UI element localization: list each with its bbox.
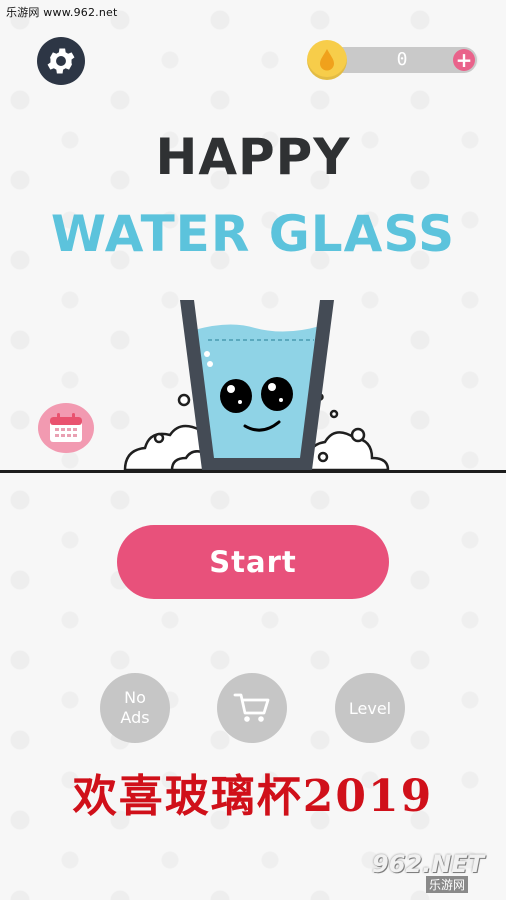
no-ads-label: No Ads xyxy=(120,688,150,727)
gear-icon xyxy=(47,48,75,74)
daily-calendar-button[interactable] xyxy=(38,403,94,453)
promo-title: 欢喜玻璃杯2019 xyxy=(72,771,434,822)
add-coins-button[interactable]: + xyxy=(453,49,475,71)
start-button[interactable]: Start xyxy=(117,525,389,599)
calendar-icon xyxy=(50,413,82,442)
title-line-2: WATER GLASS xyxy=(50,205,456,263)
site-logo: 962.NET 乐游网 xyxy=(366,850,500,894)
level-button[interactable]: Level xyxy=(335,673,405,743)
glass-character xyxy=(123,300,390,472)
water-drop-icon xyxy=(307,40,347,80)
shop-button[interactable] xyxy=(217,673,287,743)
title-line-1: HAPPY xyxy=(155,128,351,186)
ground-line xyxy=(0,470,506,473)
coin-counter: 0 + xyxy=(307,40,477,80)
site-logo-text: 962.NET xyxy=(372,850,485,878)
settings-button[interactable] xyxy=(37,37,85,85)
level-label: Level xyxy=(348,698,392,718)
coin-count: 0 xyxy=(396,49,408,70)
shopping-cart-icon xyxy=(233,693,270,722)
no-ads-button[interactable]: No Ads xyxy=(100,673,170,743)
watermark-text: 乐游网 www.962.net xyxy=(6,6,118,19)
site-logo-subtext: 乐游网 xyxy=(426,876,469,893)
